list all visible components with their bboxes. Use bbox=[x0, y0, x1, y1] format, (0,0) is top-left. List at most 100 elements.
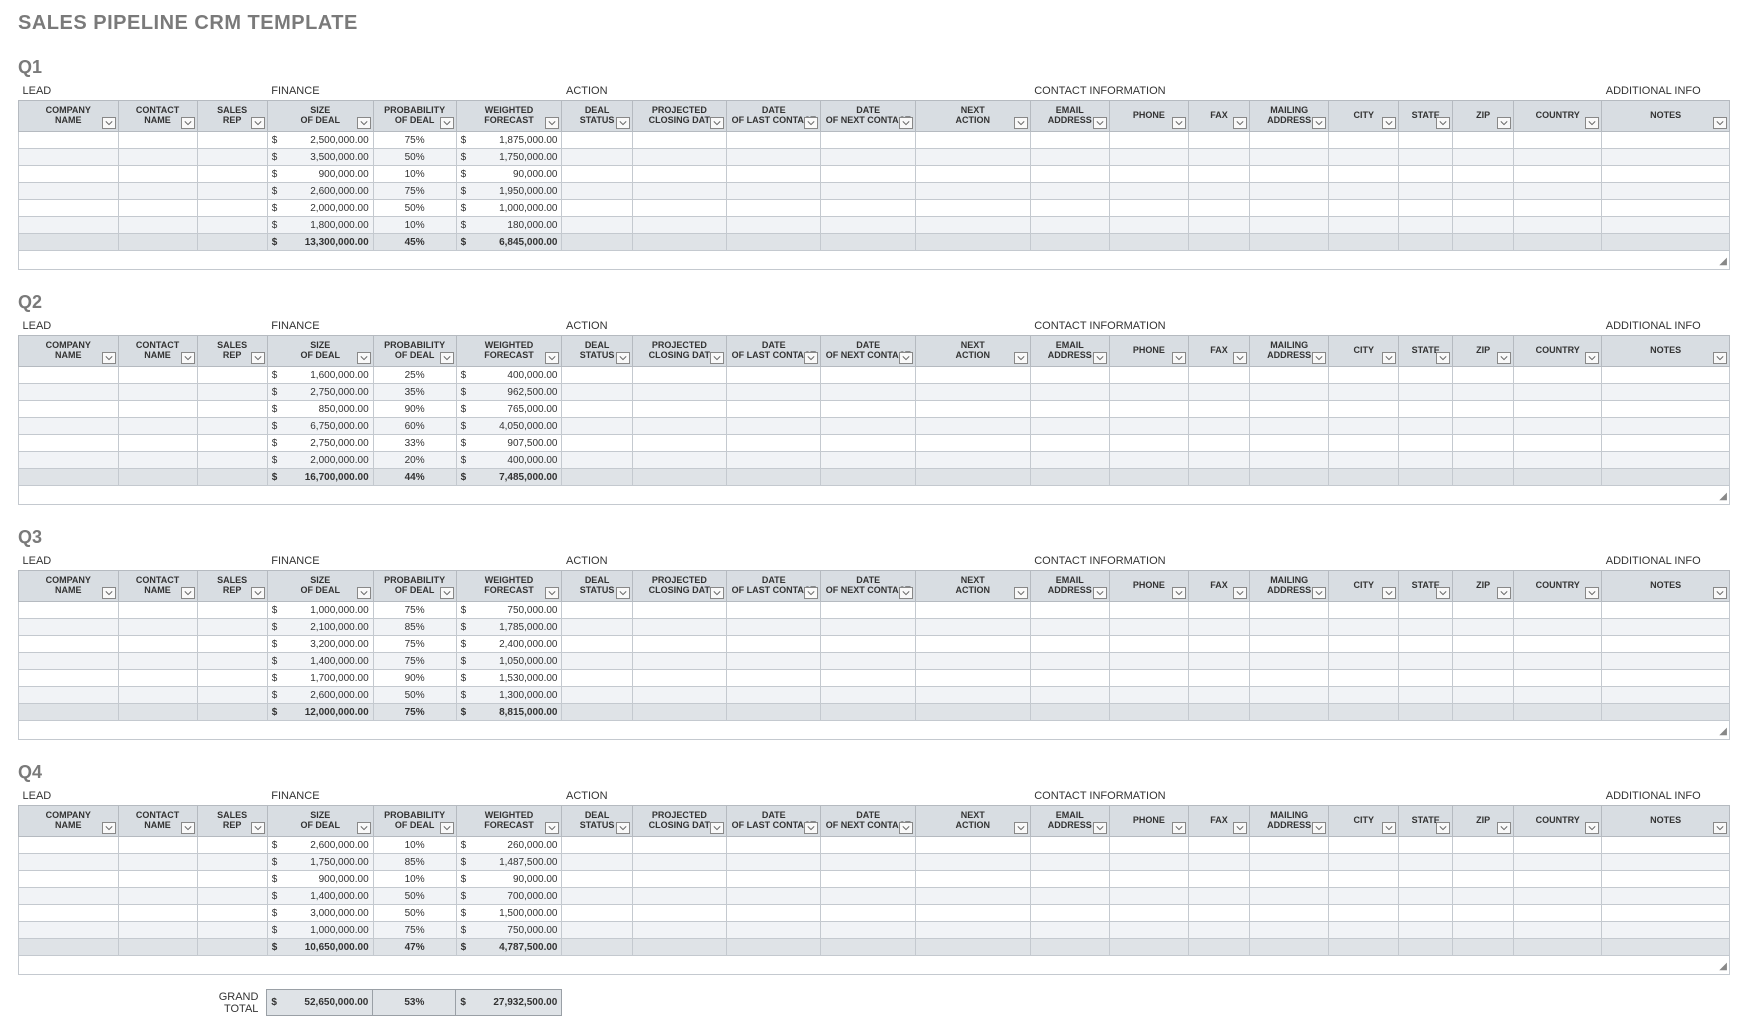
cell-company[interactable] bbox=[19, 384, 119, 401]
cell-last[interactable] bbox=[727, 200, 821, 217]
header-zip[interactable]: ZIP bbox=[1452, 336, 1513, 367]
cell-rep[interactable] bbox=[197, 217, 267, 234]
cell-status[interactable] bbox=[562, 687, 632, 704]
header-fax[interactable]: FAX bbox=[1188, 571, 1249, 602]
cell-closing[interactable] bbox=[632, 837, 726, 854]
cell-company[interactable] bbox=[19, 837, 119, 854]
filter-dropdown-icon[interactable] bbox=[545, 117, 559, 129]
cell-phone[interactable] bbox=[1109, 149, 1188, 166]
header-notes[interactable]: NOTES bbox=[1602, 806, 1730, 837]
table-row[interactable]: $2,100,000.0085%$1,785,000.00 bbox=[19, 619, 1730, 636]
filter-dropdown-icon[interactable] bbox=[1713, 587, 1727, 599]
cell-state[interactable] bbox=[1399, 367, 1453, 384]
cell-phone[interactable] bbox=[1109, 183, 1188, 200]
filter-dropdown-icon[interactable] bbox=[1585, 587, 1599, 599]
header-phone[interactable]: PHONE bbox=[1109, 101, 1188, 132]
header-prob[interactable]: PROBABILITYOF DEAL bbox=[373, 806, 456, 837]
cell-zip[interactable] bbox=[1452, 200, 1513, 217]
header-last[interactable]: DATEOF LAST CONTACT bbox=[727, 806, 821, 837]
filter-dropdown-icon[interactable] bbox=[1233, 822, 1247, 834]
cell-contact[interactable] bbox=[118, 670, 197, 687]
header-prob[interactable]: PROBABILITYOF DEAL bbox=[373, 336, 456, 367]
cell-size[interactable]: $3,000,000.00 bbox=[267, 905, 373, 922]
cell-zip[interactable] bbox=[1452, 922, 1513, 939]
cell-company[interactable] bbox=[19, 602, 119, 619]
cell-zip[interactable] bbox=[1452, 653, 1513, 670]
cell-city[interactable] bbox=[1329, 602, 1399, 619]
filter-dropdown-icon[interactable] bbox=[1312, 117, 1326, 129]
header-prob[interactable]: PROBABILITYOF DEAL bbox=[373, 101, 456, 132]
cell-contact[interactable] bbox=[118, 401, 197, 418]
header-zip[interactable]: ZIP bbox=[1452, 101, 1513, 132]
cell-contact[interactable] bbox=[118, 653, 197, 670]
filter-dropdown-icon[interactable] bbox=[102, 587, 116, 599]
header-closing[interactable]: PROJECTEDCLOSING DAT bbox=[632, 571, 726, 602]
cell-company[interactable] bbox=[19, 653, 119, 670]
cell-size[interactable]: $6,750,000.00 bbox=[267, 418, 373, 435]
cell-closing[interactable] bbox=[632, 200, 726, 217]
cell-size[interactable]: $1,400,000.00 bbox=[267, 888, 373, 905]
cell-notes[interactable] bbox=[1602, 367, 1730, 384]
cell-country[interactable] bbox=[1514, 687, 1602, 704]
cell-prob[interactable]: 75% bbox=[373, 653, 456, 670]
header-status[interactable]: DEALSTATUS bbox=[562, 336, 632, 367]
cell-size[interactable]: $2,600,000.00 bbox=[267, 183, 373, 200]
cell-size[interactable]: $2,750,000.00 bbox=[267, 384, 373, 401]
cell-country[interactable] bbox=[1514, 888, 1602, 905]
cell-prob[interactable]: 75% bbox=[373, 183, 456, 200]
cell-status[interactable] bbox=[562, 217, 632, 234]
cell-prob[interactable]: 33% bbox=[373, 435, 456, 452]
cell-size[interactable]: $2,100,000.00 bbox=[267, 619, 373, 636]
cell-next[interactable] bbox=[821, 670, 915, 687]
cell-rep[interactable] bbox=[197, 888, 267, 905]
header-size[interactable]: SIZEOF DEAL bbox=[267, 101, 373, 132]
cell-next[interactable] bbox=[821, 217, 915, 234]
header-mailing[interactable]: MAILINGADDRESS bbox=[1250, 571, 1329, 602]
cell-prob[interactable]: 10% bbox=[373, 871, 456, 888]
cell-rep[interactable] bbox=[197, 435, 267, 452]
cell-state[interactable] bbox=[1399, 200, 1453, 217]
header-prob[interactable]: PROBABILITYOF DEAL bbox=[373, 571, 456, 602]
cell-phone[interactable] bbox=[1109, 905, 1188, 922]
cell-company[interactable] bbox=[19, 435, 119, 452]
cell-city[interactable] bbox=[1329, 837, 1399, 854]
cell-closing[interactable] bbox=[632, 435, 726, 452]
cell-last[interactable] bbox=[727, 670, 821, 687]
cell-rep[interactable] bbox=[197, 200, 267, 217]
cell-zip[interactable] bbox=[1452, 636, 1513, 653]
cell-next[interactable] bbox=[821, 636, 915, 653]
cell-closing[interactable] bbox=[632, 149, 726, 166]
cell-mailing[interactable] bbox=[1250, 418, 1329, 435]
cell-forecast[interactable]: $4,050,000.00 bbox=[456, 418, 562, 435]
cell-phone[interactable] bbox=[1109, 854, 1188, 871]
cell-forecast[interactable]: $1,785,000.00 bbox=[456, 619, 562, 636]
cell-rep[interactable] bbox=[197, 687, 267, 704]
cell-prob[interactable]: 10% bbox=[373, 837, 456, 854]
cell-status[interactable] bbox=[562, 905, 632, 922]
cell-status[interactable] bbox=[562, 149, 632, 166]
cell-fax[interactable] bbox=[1188, 905, 1249, 922]
cell-country[interactable] bbox=[1514, 166, 1602, 183]
cell-forecast[interactable]: $765,000.00 bbox=[456, 401, 562, 418]
cell-status[interactable] bbox=[562, 200, 632, 217]
cell-email[interactable] bbox=[1030, 367, 1109, 384]
cell-zip[interactable] bbox=[1452, 183, 1513, 200]
cell-action[interactable] bbox=[915, 367, 1030, 384]
cell-closing[interactable] bbox=[632, 384, 726, 401]
cell-closing[interactable] bbox=[632, 367, 726, 384]
cell-last[interactable] bbox=[727, 435, 821, 452]
filter-dropdown-icon[interactable] bbox=[1233, 352, 1247, 364]
cell-status[interactable] bbox=[562, 418, 632, 435]
cell-rep[interactable] bbox=[197, 905, 267, 922]
filter-dropdown-icon[interactable] bbox=[804, 352, 818, 364]
cell-fax[interactable] bbox=[1188, 166, 1249, 183]
filter-dropdown-icon[interactable] bbox=[251, 117, 265, 129]
filter-dropdown-icon[interactable] bbox=[899, 117, 913, 129]
header-company[interactable]: COMPANYNAME bbox=[19, 806, 119, 837]
filter-dropdown-icon[interactable] bbox=[1093, 822, 1107, 834]
cell-status[interactable] bbox=[562, 636, 632, 653]
cell-forecast[interactable]: $1,875,000.00 bbox=[456, 132, 562, 149]
cell-country[interactable] bbox=[1514, 435, 1602, 452]
cell-status[interactable] bbox=[562, 888, 632, 905]
cell-fax[interactable] bbox=[1188, 418, 1249, 435]
